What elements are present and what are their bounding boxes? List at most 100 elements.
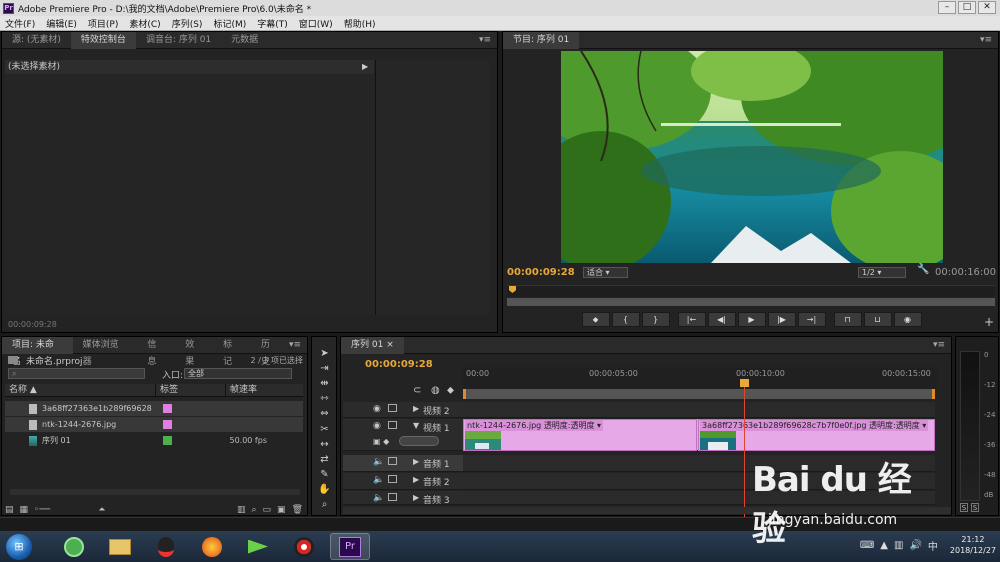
lock-icon[interactable]: [388, 475, 397, 483]
zoom-triangle-icon[interactable]: ⏶: [98, 505, 105, 515]
panel-menu-icon[interactable]: ▾≡: [289, 340, 301, 350]
menu-edit[interactable]: 编辑(E): [41, 17, 83, 30]
slide-tool-icon[interactable]: ⇄: [317, 453, 332, 466]
project-item-row[interactable]: 序列 01 50.00 fps: [5, 433, 303, 448]
icon-view-icon[interactable]: ▦: [20, 505, 29, 515]
speaker-icon[interactable]: 🔈: [373, 493, 384, 503]
zoom-tool-icon[interactable]: ⌕: [317, 498, 332, 511]
taskbar-app-360-icon[interactable]: [54, 533, 94, 560]
work-area-bar[interactable]: [463, 389, 935, 399]
display-style-icon[interactable]: ▣ ◆: [373, 437, 389, 446]
rate-stretch-tool-icon[interactable]: ⇔: [317, 407, 332, 420]
ripple-edit-tool-icon[interactable]: ⇹: [317, 377, 332, 390]
tab-media-browser[interactable]: 媒体浏览器: [73, 337, 138, 367]
track-select-tool-icon[interactable]: ⇥: [317, 362, 332, 375]
eye-icon[interactable]: ◉: [373, 421, 381, 431]
track-video-2[interactable]: [463, 402, 935, 418]
maximize-button[interactable]: □: [958, 1, 976, 14]
tab-sequence-01[interactable]: 序列 01 ×: [341, 336, 404, 354]
resolution-select[interactable]: 1/2 ▾: [858, 267, 906, 278]
tab-program[interactable]: 节目: 序列 01: [503, 31, 580, 49]
program-timecode[interactable]: 00:00:09:28: [507, 267, 575, 278]
timeline-clip[interactable]: 3a68ff27363e1b289f69628c7b7f0e0f.jpg 透明度…: [698, 419, 935, 451]
minimize-button[interactable]: –: [938, 1, 956, 14]
menu-title[interactable]: 字幕(T): [252, 17, 294, 30]
collapse-arrow-icon[interactable]: ▶: [413, 404, 419, 413]
in-point-select[interactable]: 全部: [184, 368, 292, 379]
eye-icon[interactable]: ◉: [373, 404, 381, 414]
new-bin-icon[interactable]: ▭: [263, 505, 272, 515]
start-button[interactable]: ⊞: [6, 533, 32, 560]
lock-icon[interactable]: [388, 421, 397, 429]
find-icon[interactable]: ⌕: [251, 505, 256, 515]
pen-tool-icon[interactable]: ✎: [317, 468, 332, 481]
taskbar-clock[interactable]: 21:12 2018/12/27: [950, 534, 996, 556]
track-video-1[interactable]: ntk-1244-2676.jpg 透明度:透明度 ▾ 3a68ff27363e…: [463, 419, 935, 451]
expand-arrow-icon[interactable]: ▶: [362, 62, 368, 71]
collapse-arrow-icon[interactable]: ▶: [413, 493, 419, 502]
taskbar-premiere-icon[interactable]: Pr: [330, 533, 370, 560]
mark-in-button[interactable]: {: [611, 312, 640, 327]
taskbar-video-app-icon[interactable]: [238, 533, 278, 560]
track-header-audio-1[interactable]: 🔈 ▶ 音频 1: [343, 455, 463, 472]
list-view-icon[interactable]: ▤: [5, 505, 14, 515]
tab-project[interactable]: 项目: 未命名: [2, 336, 73, 367]
panel-menu-icon[interactable]: ▾≡: [479, 35, 491, 45]
speaker-icon[interactable]: 🔈: [373, 475, 384, 485]
panel-menu-icon[interactable]: ▾≡: [980, 35, 992, 45]
razor-tool-icon[interactable]: ✂: [317, 423, 332, 436]
track-header-video-1[interactable]: ◉ ▼ 视频 1 ▣ ◆: [343, 419, 463, 451]
rolling-edit-tool-icon[interactable]: ⇿: [317, 392, 332, 405]
add-marker-button[interactable]: ⬥: [581, 312, 610, 327]
step-back-button[interactable]: ◀|: [707, 312, 736, 327]
collapse-arrow-icon[interactable]: ▶: [413, 457, 419, 466]
keyframe-navigator[interactable]: [399, 436, 439, 446]
solo-right-button[interactable]: S: [971, 503, 979, 512]
timeline-playhead[interactable]: [744, 381, 745, 519]
menu-project[interactable]: 项目(P): [83, 17, 124, 30]
play-button[interactable]: ▶: [737, 312, 766, 327]
menu-sequence[interactable]: 序列(S): [167, 17, 209, 30]
taskbar-file-explorer-icon[interactable]: [100, 533, 140, 560]
solo-left-button[interactable]: S: [960, 503, 968, 512]
timeline-timecode[interactable]: 00:00:09:28: [365, 359, 433, 370]
delete-icon[interactable]: 🗑: [292, 505, 303, 515]
extract-button[interactable]: ⊔: [863, 312, 892, 327]
lock-icon[interactable]: [388, 404, 397, 412]
snap-icon[interactable]: ⊂: [413, 385, 421, 396]
automate-icon[interactable]: ▥: [237, 505, 246, 515]
project-search-input[interactable]: ⌕: [8, 368, 145, 379]
lock-icon[interactable]: [388, 457, 397, 465]
add-button-icon[interactable]: +: [984, 315, 994, 329]
go-to-out-button[interactable]: →|: [797, 312, 826, 327]
lift-button[interactable]: ⊓: [833, 312, 862, 327]
tab-info[interactable]: 信息: [137, 337, 175, 367]
selection-tool-icon[interactable]: ➤: [317, 347, 332, 360]
tab-effects[interactable]: 效果: [175, 337, 213, 367]
linked-selection-icon[interactable]: ◍: [431, 385, 440, 396]
menu-help[interactable]: 帮助(H): [339, 17, 382, 30]
project-horizontal-scrollbar[interactable]: [10, 489, 300, 495]
settings-wrench-icon[interactable]: 🔧: [917, 264, 929, 275]
taskbar-recorder-icon[interactable]: [284, 533, 324, 560]
track-header-audio-2[interactable]: 🔈 ▶ 音频 2: [343, 473, 463, 490]
zoom-fit-select[interactable]: 适合 ▾: [583, 267, 628, 278]
menu-file[interactable]: 文件(F): [0, 17, 41, 30]
tab-history[interactable]: 历史: [251, 337, 289, 367]
track-header-audio-3[interactable]: 🔈 ▶ 音频 3: [343, 491, 463, 506]
tab-metadata[interactable]: 元数据: [221, 32, 268, 49]
column-label[interactable]: 标签: [155, 384, 225, 396]
slip-tool-icon[interactable]: ↔: [317, 438, 332, 451]
export-frame-button[interactable]: ◉: [893, 312, 922, 327]
timeline-time-ruler[interactable]: [463, 367, 937, 389]
collapse-arrow-icon[interactable]: ▶: [413, 475, 419, 484]
tab-source[interactable]: 源: (无素材): [2, 32, 71, 49]
close-button[interactable]: ✕: [978, 1, 996, 14]
timeline-clip[interactable]: ntk-1244-2676.jpg 透明度:透明度 ▾: [463, 419, 697, 451]
taskbar-firefox-icon[interactable]: [192, 533, 232, 560]
hand-tool-icon[interactable]: ✋: [317, 483, 332, 496]
tab-markers[interactable]: 标记: [213, 337, 251, 367]
panel-menu-icon[interactable]: ▾≡: [933, 340, 945, 350]
project-item-row[interactable]: ntk-1244-2676.jpg: [5, 417, 303, 432]
step-forward-button[interactable]: |▶: [767, 312, 796, 327]
